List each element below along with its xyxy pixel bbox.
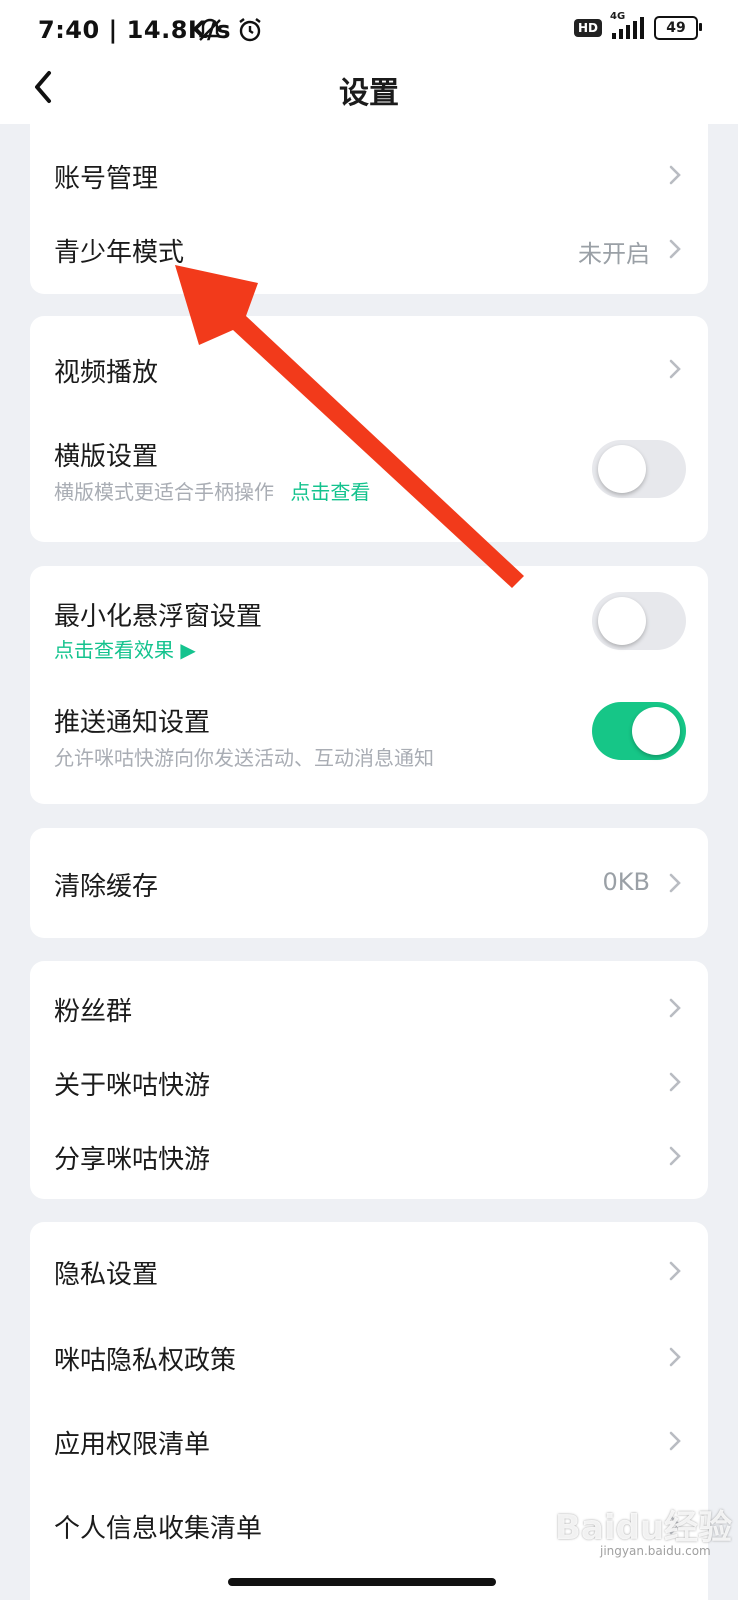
toggle-knob xyxy=(632,707,680,755)
account-card: 账号管理 青少年模式 未开启 xyxy=(30,124,708,294)
signal-icon: 4G xyxy=(610,11,644,39)
permissions-list-row[interactable]: 应用权限清单 xyxy=(30,1402,708,1480)
float-window-label: 最小化悬浮窗设置 xyxy=(54,602,263,632)
fans-group-row[interactable]: 粉丝群 xyxy=(30,971,708,1045)
privacy-policy-row[interactable]: 咪咕隐私权政策 xyxy=(30,1318,708,1396)
cache-size-value: 0KB xyxy=(602,868,650,896)
chevron-right-icon xyxy=(669,1431,681,1451)
chevron-right-icon xyxy=(669,359,681,379)
about-card: 粉丝群 关于咪咕快游 分享咪咕快游 xyxy=(30,961,708,1199)
clear-cache-row[interactable]: 清除缓存 0KB xyxy=(30,844,708,922)
about-app-label: 关于咪咕快游 xyxy=(54,1071,211,1101)
video-playback-row[interactable]: 视频播放 xyxy=(30,330,708,408)
landscape-view-link[interactable]: 点击查看 xyxy=(290,480,370,504)
float-window-row: 最小化悬浮窗设置 点击查看效果 ▶ xyxy=(30,580,708,680)
clear-cache-label: 清除缓存 xyxy=(54,872,159,902)
teen-mode-label: 青少年模式 xyxy=(54,238,185,268)
teen-mode-row[interactable]: 青少年模式 未开启 xyxy=(30,212,708,286)
permissions-list-label: 应用权限清单 xyxy=(54,1430,211,1460)
home-indicator[interactable] xyxy=(228,1578,496,1586)
notification-card: 最小化悬浮窗设置 点击查看效果 ▶ 推送通知设置 允许咪咕快游向你发送活动、互动… xyxy=(30,566,708,804)
privacy-policy-label: 咪咕隐私权政策 xyxy=(54,1346,237,1376)
page-title: 设置 xyxy=(339,76,399,111)
push-notification-toggle[interactable] xyxy=(592,702,686,760)
chevron-right-icon xyxy=(669,1072,681,1092)
alarm-icon xyxy=(236,16,264,48)
chevron-right-icon xyxy=(669,1261,681,1281)
landscape-toggle[interactable] xyxy=(592,440,686,498)
landscape-row: 横版设置 横版模式更适合手柄操作 点击查看 xyxy=(30,424,708,524)
float-window-toggle[interactable] xyxy=(592,592,686,650)
share-app-label: 分享咪咕快游 xyxy=(54,1145,211,1175)
battery-icon: 49 xyxy=(654,16,702,40)
chevron-right-icon xyxy=(669,998,681,1018)
privacy-settings-label: 隐私设置 xyxy=(54,1260,159,1290)
fans-group-label: 粉丝群 xyxy=(54,997,133,1027)
account-management-label: 账号管理 xyxy=(54,164,159,194)
landscape-label: 横版设置 xyxy=(54,442,159,472)
about-app-row[interactable]: 关于咪咕快游 xyxy=(30,1045,708,1119)
share-app-row[interactable]: 分享咪咕快游 xyxy=(30,1119,708,1193)
push-notification-subtitle: 允许咪咕快游向你发送活动、互动消息通知 xyxy=(54,746,434,770)
cache-card: 清除缓存 0KB xyxy=(30,828,708,938)
push-notification-label: 推送通知设置 xyxy=(54,708,211,738)
top-bar: 7:40 | 14.8K/s HD 4G 49 设置 xyxy=(0,0,738,124)
toggle-knob xyxy=(598,445,646,493)
landscape-subtitle: 横版模式更适合手柄操作 点击查看 xyxy=(54,480,371,504)
chevron-right-icon xyxy=(669,165,681,185)
push-notification-row: 推送通知设置 允许咪咕快游向你发送活动、互动消息通知 xyxy=(30,690,708,790)
info-collection-label: 个人信息收集清单 xyxy=(54,1514,263,1544)
hd-badge: HD xyxy=(573,19,602,37)
chevron-right-icon xyxy=(669,239,681,259)
nav-bar: 设置 xyxy=(0,62,738,124)
mute-bell-icon xyxy=(196,16,224,48)
privacy-settings-row[interactable]: 隐私设置 xyxy=(30,1232,708,1310)
status-bar: 7:40 | 14.8K/s HD 4G 49 xyxy=(0,0,738,62)
float-window-view-link[interactable]: 点击查看效果 ▶ xyxy=(54,634,196,663)
video-playback-label: 视频播放 xyxy=(54,358,159,388)
teen-mode-value: 未开启 xyxy=(578,240,650,268)
chevron-right-icon xyxy=(669,1146,681,1166)
toggle-knob xyxy=(598,597,646,645)
account-management-row[interactable]: 账号管理 xyxy=(30,138,708,212)
chevron-right-icon xyxy=(669,873,681,893)
baidu-watermark-url: jingyan.baidu.com xyxy=(600,1544,711,1558)
chevron-right-icon xyxy=(669,1347,681,1367)
baidu-watermark-logo: Baidu经验 xyxy=(555,1508,733,1548)
video-card: 视频播放 横版设置 横版模式更适合手柄操作 点击查看 xyxy=(30,316,708,542)
